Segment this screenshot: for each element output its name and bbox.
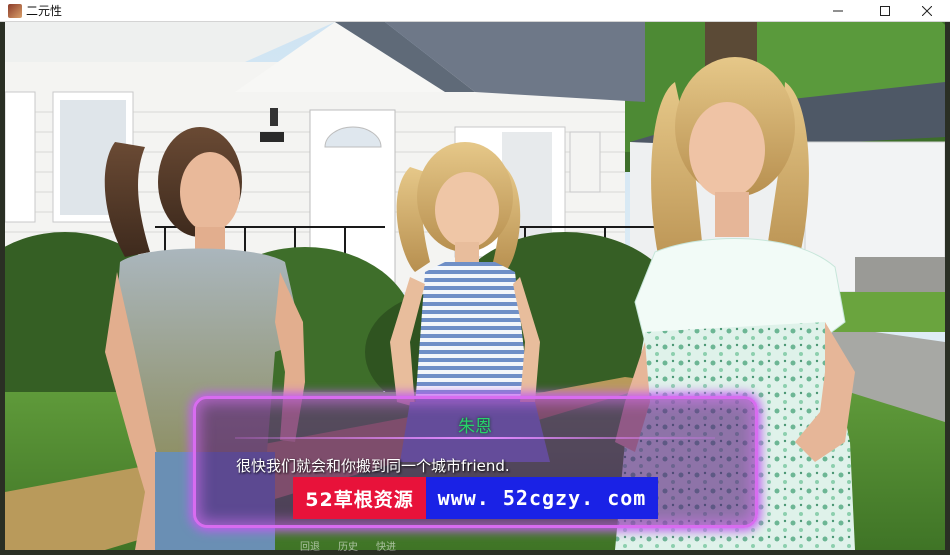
watermark-url-text: www. 52cgzy. com bbox=[437, 486, 647, 510]
speaker-name: 朱恩 bbox=[458, 417, 492, 437]
dialogue-text: 很快我们就会和你搬到同一个城市friend. bbox=[236, 457, 510, 475]
minimize-icon bbox=[833, 10, 843, 12]
minimize-button[interactable] bbox=[815, 0, 861, 22]
maximize-icon bbox=[880, 6, 890, 16]
app-icon bbox=[8, 4, 22, 18]
watermark-site-name-text: 52草根资源 bbox=[305, 488, 414, 511]
name-divider bbox=[235, 437, 715, 439]
close-icon bbox=[922, 6, 932, 16]
quick-menu-back[interactable]: 回退 bbox=[300, 538, 320, 553]
watermark-site-name: 52草根资源 bbox=[293, 477, 426, 519]
window-title: 二元性 bbox=[26, 4, 63, 18]
game-window: 二元性 朱恩 很快我们就会和你搬到同一个城市friend. 52草根资源 www… bbox=[0, 0, 950, 555]
close-button[interactable] bbox=[904, 0, 950, 22]
quick-menu-skip[interactable]: 快进 bbox=[376, 538, 396, 553]
title-bar[interactable]: 二元性 bbox=[0, 0, 950, 22]
watermark-url: www. 52cgzy. com bbox=[426, 477, 658, 519]
quick-menu-history[interactable]: 历史 bbox=[338, 538, 358, 553]
quick-menu: 回退 历史 快进 bbox=[300, 538, 396, 553]
maximize-button[interactable] bbox=[862, 0, 908, 22]
